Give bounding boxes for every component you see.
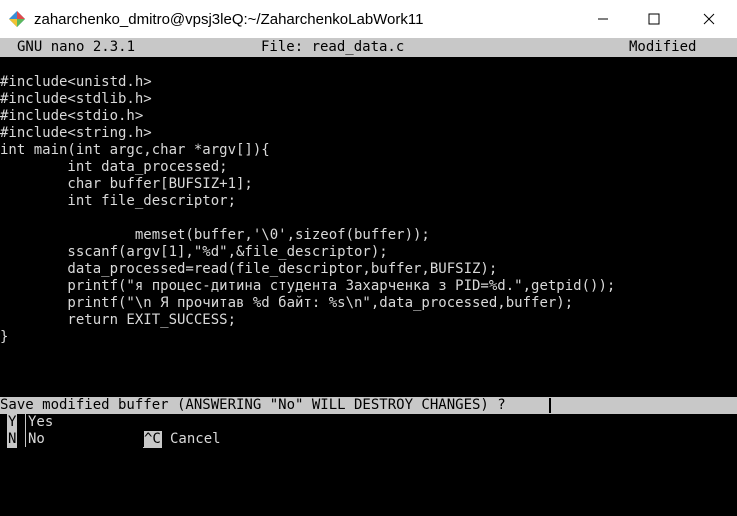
nano-header: GNU nano 2.3.1 File: read_data.c Modifie… [0, 38, 737, 57]
yes-option[interactable]: Yes [28, 414, 53, 431]
code-line: #include<unistd.h> [0, 74, 152, 90]
code-line: } [0, 329, 9, 345]
minimize-icon [598, 18, 608, 20]
nano-filename: File: read_data.c [261, 39, 405, 55]
code-line: printf("я процес-дитина студента Захарче… [0, 278, 616, 294]
text-cursor [549, 398, 551, 413]
code-line: printf("\n Я прочитав %d байт: %s\n",dat… [0, 295, 574, 311]
terminal-area[interactable]: GNU nano 2.3.1 File: read_data.c Modifie… [0, 38, 737, 448]
minimize-button[interactable] [580, 0, 626, 38]
close-button[interactable] [686, 0, 732, 38]
code-line: memset(buffer,'\0',sizeof(buffer)); [0, 227, 430, 243]
code-line: int file_descriptor; [0, 193, 237, 209]
code-line: char buffer[BUFSIZ+1]; [0, 176, 253, 192]
choice-popup: Yes No [25, 414, 144, 447]
code-line: return EXIT_SUCCESS; [0, 312, 237, 328]
code-line: int main(int argc,char *argv[]){ [0, 142, 270, 158]
nano-version: GNU nano 2.3.1 [17, 39, 136, 55]
no-option[interactable]: No [28, 431, 45, 448]
window-titlebar: zaharchenko_dmitro@vpsj3leQ:~/Zaharchenk… [0, 0, 737, 38]
code-line: sscanf(argv[1],"%d",&file_descriptor); [0, 244, 388, 260]
maximize-icon [648, 13, 660, 25]
cancel-option[interactable]: Cancel [170, 431, 221, 448]
code-line: #include<stdio.h> [0, 108, 144, 124]
cancel-key[interactable]: ^C [143, 431, 162, 448]
code-line: data_processed=read(file_descriptor,buff… [0, 261, 498, 277]
no-key[interactable]: N [7, 431, 18, 448]
save-prompt: Save modified buffer (ANSWERING "No" WIL… [0, 397, 737, 414]
yes-key[interactable]: Y [7, 414, 18, 431]
code-line: #include<stdlib.h> [0, 91, 152, 107]
close-icon [703, 13, 715, 25]
app-icon [9, 11, 25, 27]
window-title: zaharchenko_dmitro@vpsj3leQ:~/Zaharchenk… [34, 11, 424, 28]
nano-modified-status: Modified [629, 39, 697, 55]
code-line: #include<string.h> [0, 125, 152, 141]
code-line: int data_processed; [0, 159, 228, 175]
maximize-button[interactable] [631, 0, 677, 38]
